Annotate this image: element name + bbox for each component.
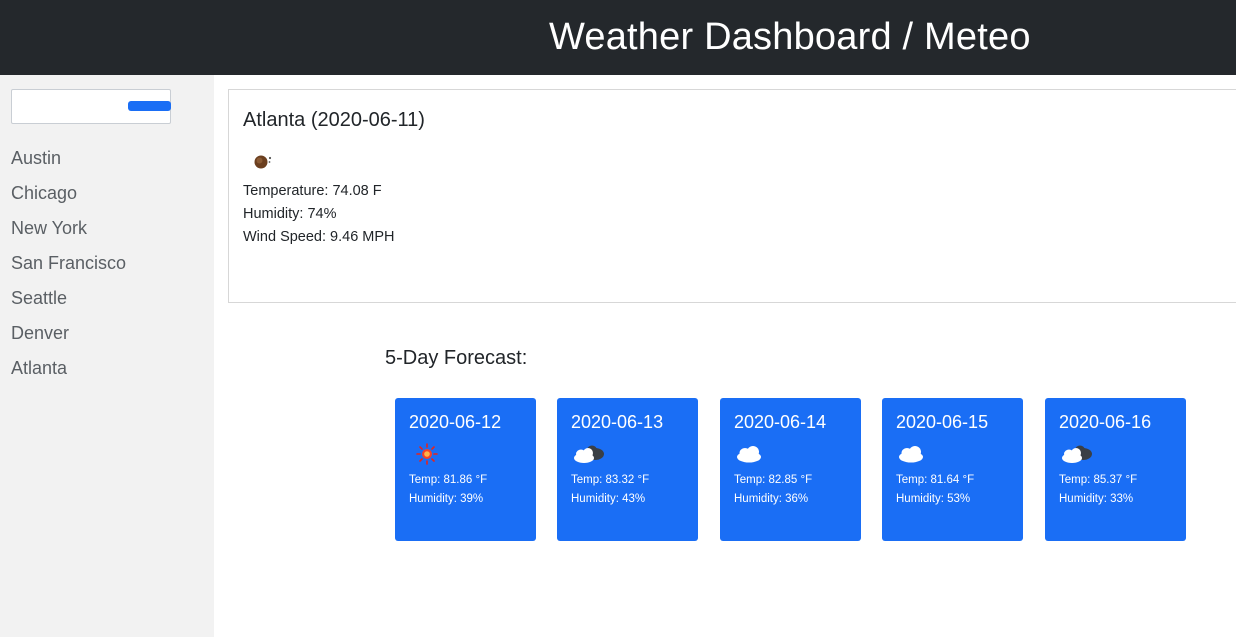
city-item-austin[interactable]: Austin (0, 146, 126, 181)
current-weather-card: Atlanta (2020-06-11) Temperature: 74.08 … (228, 89, 1236, 303)
city-item-denver[interactable]: Denver (0, 321, 126, 356)
forecast-date: 2020-06-15 (896, 412, 989, 432)
forecast-humidity: Humidity: 43% (571, 493, 646, 505)
forecast-humidity: Humidity: 39% (409, 493, 484, 505)
forecast-card: 2020-06-15 Temp: 81.64 °F Humidity: 53% (882, 398, 1023, 541)
forecast-temp: Temp: 82.85 °F (734, 474, 813, 486)
page-title: Weather Dashboard / Meteo (549, 16, 1031, 58)
city-item-new-york[interactable]: New York (0, 216, 126, 251)
forecast-temp: Temp: 85.37 °F (1059, 474, 1138, 486)
app-header: Weather Dashboard / Meteo (0, 0, 1236, 75)
search-form (11, 89, 171, 124)
city-item-san-francisco[interactable]: San Francisco (0, 251, 126, 286)
current-stats: Temperature: 74.08 F Humidity: 74% Wind … (243, 180, 395, 249)
forecast-temp: Temp: 81.64 °F (896, 474, 975, 486)
moon-night-icon (254, 155, 272, 169)
forecast-card: 2020-06-16 Temp: 85.37 °F Humidity: 33% (1045, 398, 1186, 541)
forecast-humidity: Humidity: 36% (734, 493, 809, 505)
current-wind-speed: Wind Speed: 9.46 MPH (243, 229, 395, 245)
city-history-list: Austin Chicago New York San Francisco Se… (0, 146, 126, 391)
current-city-title: Atlanta (2020-06-11) (243, 109, 425, 131)
partly-cloudy-icon (574, 445, 604, 463)
forecast-heading: 5-Day Forecast: (385, 347, 528, 369)
city-item-seattle[interactable]: Seattle (0, 286, 126, 321)
forecast-date: 2020-06-12 (409, 412, 502, 432)
forecast-date: 2020-06-14 (734, 412, 827, 432)
current-humidity: Humidity: 74% (243, 206, 337, 222)
forecast-temp: Temp: 81.86 °F (409, 474, 488, 486)
city-item-chicago[interactable]: Chicago (0, 181, 126, 216)
current-temperature: Temperature: 74.08 F (243, 183, 382, 199)
cloud-icon (737, 446, 761, 463)
forecast-date: 2020-06-16 (1059, 412, 1152, 432)
cloud-icon (899, 446, 923, 463)
forecast-humidity: Humidity: 53% (896, 493, 971, 505)
partly-cloudy-icon (1062, 445, 1092, 463)
forecast-date: 2020-06-13 (571, 412, 664, 432)
sidebar: Austin Chicago New York San Francisco Se… (0, 75, 214, 637)
forecast-card: 2020-06-13 Temp: 83.32 °F Humidity: 43% (557, 398, 698, 541)
forecast-humidity: Humidity: 33% (1059, 493, 1134, 505)
search-button[interactable] (128, 101, 171, 111)
forecast-card: 2020-06-12 Temp: 81.86 °F Humidity: 39% (395, 398, 536, 541)
forecast-temp: Temp: 83.32 °F (571, 474, 650, 486)
sun-icon (416, 443, 438, 465)
forecast-card: 2020-06-14 Temp: 82.85 °F Humidity: 36% (720, 398, 861, 541)
search-input[interactable] (12, 90, 126, 123)
city-item-atlanta[interactable]: Atlanta (0, 356, 126, 391)
